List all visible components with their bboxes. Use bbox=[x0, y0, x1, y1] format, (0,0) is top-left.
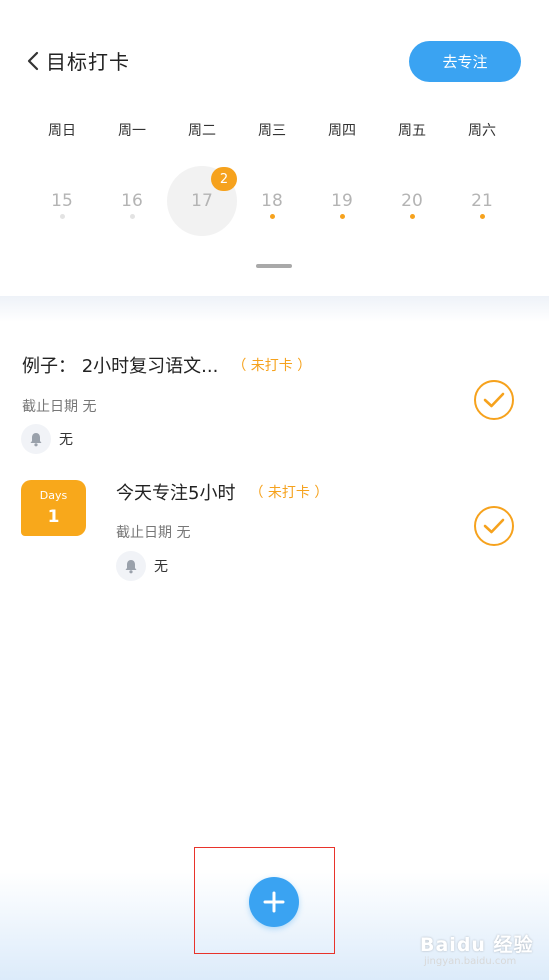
date-dot bbox=[340, 214, 345, 219]
date-number: 21 bbox=[471, 191, 493, 211]
date-number: 19 bbox=[331, 191, 353, 211]
date-cell-18[interactable]: 18 bbox=[237, 166, 307, 236]
plus-icon bbox=[263, 891, 285, 913]
date-cell-19[interactable]: 19 bbox=[307, 166, 377, 236]
task-status: （ 未打卡 ） bbox=[249, 485, 329, 501]
checkmark-icon bbox=[483, 392, 505, 408]
days-label: Days bbox=[39, 489, 68, 502]
task-reminder: 无 bbox=[116, 551, 168, 581]
date-dot bbox=[410, 214, 415, 219]
weekday-label: 周日 bbox=[48, 123, 76, 139]
date-row: 15 16 17 2 18 19 20 21 bbox=[27, 166, 517, 236]
weekday-label: 周四 bbox=[328, 123, 356, 139]
task-title: 今天专注5小时 bbox=[116, 483, 236, 504]
check-in-button[interactable] bbox=[474, 506, 514, 546]
date-dot bbox=[60, 214, 65, 219]
weekday-label: 周二 bbox=[188, 123, 216, 139]
weekday-label: 周六 bbox=[468, 123, 496, 139]
task-status: （ 未打卡 ） bbox=[232, 358, 312, 374]
reminder-text: 无 bbox=[59, 432, 73, 448]
check-in-button[interactable] bbox=[474, 380, 514, 420]
date-dot bbox=[480, 214, 485, 219]
task-reminder: 无 bbox=[21, 424, 73, 454]
days-value: 1 bbox=[47, 507, 60, 527]
task-title-row: 今天专注5小时 （ 未打卡 ） bbox=[116, 479, 328, 505]
date-number: 17 bbox=[191, 191, 213, 211]
days-counter-card: Days 1 bbox=[21, 480, 86, 536]
date-number: 16 bbox=[121, 191, 143, 211]
date-cell-21[interactable]: 21 bbox=[447, 166, 517, 236]
date-dot bbox=[270, 214, 275, 219]
watermark-url: jingyan.baidu.com bbox=[424, 956, 517, 967]
date-dot bbox=[130, 214, 135, 219]
date-number: 18 bbox=[261, 191, 283, 211]
weekday-label: 周三 bbox=[258, 123, 286, 139]
back-button[interactable] bbox=[22, 48, 44, 74]
chevron-left-icon bbox=[27, 51, 39, 71]
date-cell-20[interactable]: 20 bbox=[377, 166, 447, 236]
bell-icon bbox=[21, 424, 51, 454]
weekday-label: 周一 bbox=[118, 123, 146, 139]
go-focus-button[interactable]: 去专注 bbox=[409, 41, 521, 82]
task-title: 例子： 2小时复习语文... bbox=[22, 356, 219, 377]
date-cell-15[interactable]: 15 bbox=[27, 166, 97, 236]
add-goal-button[interactable] bbox=[249, 877, 299, 927]
date-cell-17-selected[interactable]: 17 2 bbox=[167, 166, 237, 236]
header: 目标打卡 去专注 周日 周一 周二 周三 周四 周五 周六 15 16 17 2… bbox=[0, 0, 549, 300]
section-divider-shade bbox=[0, 296, 549, 322]
date-number: 20 bbox=[401, 191, 423, 211]
date-cell-16[interactable]: 16 bbox=[97, 166, 167, 236]
date-number: 15 bbox=[51, 191, 73, 211]
calendar-drag-handle[interactable] bbox=[256, 264, 292, 268]
task-count-badge: 2 bbox=[211, 167, 237, 191]
weekday-label: 周五 bbox=[398, 123, 426, 139]
checkmark-icon bbox=[483, 518, 505, 534]
bell-icon bbox=[116, 551, 146, 581]
page-title: 目标打卡 bbox=[46, 50, 130, 74]
task-title-row: 例子： 2小时复习语文... （ 未打卡 ） bbox=[22, 352, 311, 378]
weekday-row: 周日 周一 周二 周三 周四 周五 周六 bbox=[27, 120, 517, 140]
task-deadline: 截止日期 无 bbox=[116, 525, 191, 541]
task-deadline: 截止日期 无 bbox=[22, 399, 97, 415]
reminder-text: 无 bbox=[154, 559, 168, 575]
baidu-watermark: Baidu 经验 jingyan.baidu.com bbox=[420, 928, 545, 980]
watermark-text: Baidu 经验 bbox=[420, 934, 534, 956]
